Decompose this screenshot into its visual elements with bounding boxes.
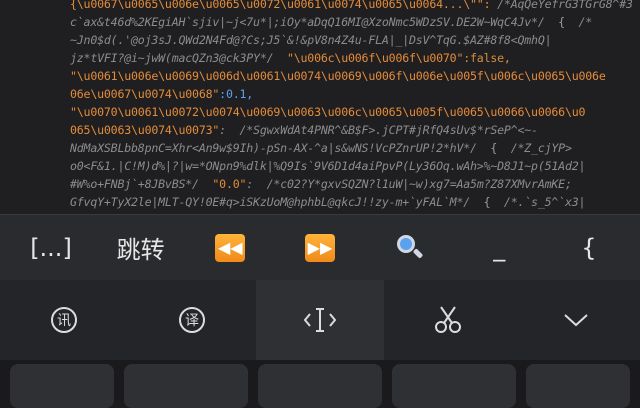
code-token: jz*tVFI?@i~jwW(macQZn3@ck3PY*/: [70, 51, 274, 65]
code-line: ~Jn0$d(.'@oj3sJ.QWd2N4Fd@?Cs;J5`&!&pV8n4…: [70, 30, 632, 50]
cut-button[interactable]: [384, 280, 512, 360]
code-line: #W%o+FNBj`+8JBvBS*/ "0.0": /*c02?Y*gxvSQ…: [70, 174, 632, 194]
voice-input-icon: 讯: [51, 307, 77, 333]
code-token: GfvqY+TyX2le|MLT-QY!0E#q>iSKzUoM@hphbL@q…: [70, 195, 471, 209]
keyboard-key[interactable]: [392, 364, 516, 408]
chevron-down-icon: [564, 314, 588, 327]
code-token: {: [470, 195, 491, 209]
code-token: "\u0070\u0061\u0072\u0074\u0069\u0063\u0…: [70, 105, 586, 119]
search-icon: [395, 233, 425, 263]
code-token: /*AqQeYefrG3TGrG8^#3BC\u005dw^u8KTz\u002…: [497, 0, 632, 11]
code-token: 06e\u0067\u0074\u0068": [70, 87, 220, 101]
keyboard-key[interactable]: [526, 364, 630, 408]
ellipsis-button[interactable]: [...]: [20, 220, 82, 276]
cursor-mode-button[interactable]: [256, 280, 384, 360]
code-editor[interactable]: {\u0067\u0065\u006e\u0065\u0072\u0061\u0…: [0, 0, 640, 214]
code-token: 065\u0063\u0074\u0073": [70, 123, 220, 137]
code-token: : /*SgwxWdAt4PNR^&B$F>.jCPT#jRfQ4sUv$*rS…: [219, 123, 538, 137]
code-token: :0.1,: [219, 87, 254, 101]
code-line: "\u0070\u0061\u0072\u0074\u0069\u0063\u0…: [70, 102, 632, 122]
underscore-button[interactable]: _: [468, 220, 530, 276]
forward-button[interactable]: ▶▶: [289, 220, 351, 276]
search-button[interactable]: [379, 220, 441, 276]
keyboard-key[interactable]: [124, 364, 248, 408]
code-line: 065\u0063\u0074\u0073": /*SgwxWdAt4PNR^&…: [70, 120, 632, 140]
code-token: NdMaXSBLbb8pnC=Xhr<An9w$9Ih)-pSn-AX-^a|s…: [70, 141, 477, 155]
code-token: /*: [564, 15, 593, 29]
translate-icon: 译: [179, 307, 205, 333]
voice-button[interactable]: 讯: [0, 280, 128, 360]
code-token: "0.0": [198, 177, 247, 191]
code-line: jz*tVFI?@i~jwW(macQZn3@ck3PY*/ "\u006c\u…: [70, 48, 632, 68]
code-token: /*Z_cjYP>: [497, 141, 572, 155]
keyboard-key[interactable]: [258, 364, 382, 408]
code-line: o0<F&1.|C!M)d%|?|w=*ONpn9%dlk|%Q9Is`9V6D…: [70, 156, 632, 176]
code-token: {: [544, 15, 565, 29]
keyboard-keys: [0, 360, 640, 408]
rewind-button[interactable]: ◀◀: [199, 220, 261, 276]
translate-button[interactable]: 译: [128, 280, 256, 360]
collapse-keyboard-button[interactable]: [512, 280, 640, 360]
code-line: c`ax&t46d%2KEgiAH`sjiv|~j<7u*|;iOy*aDqQ1…: [70, 12, 632, 32]
code-token: "\u006c\u006f\u006f\u0070": [273, 51, 464, 65]
editor-toolbar: [...] 跳转 ◀◀ ▶▶ _ {: [0, 214, 640, 280]
jump-button[interactable]: 跳转: [110, 220, 172, 276]
code-token: "\u0061\u006e\u0069\u006d\u0061\u0074\u0…: [70, 69, 606, 83]
code-line: GfvqY+TyX2le|MLT-QY!0E#q>iSKzUoM@hphbL@q…: [70, 192, 632, 212]
code-token: c`ax&t46d%2KEgiAH`sjiv|~j<7u*|;iOy*aDqQ1…: [70, 15, 545, 29]
code-token: #W%o+FNBj`+8JBvBS*/: [70, 177, 199, 191]
code-line: NdMaXSBLbb8pnC=Xhr<An9w$9Ih)-pSn-AX-^a|s…: [70, 138, 632, 158]
code-token: ~Jn0$d(.'@oj3sJ.QWd2N4Fd@?Cs;J5`&!&pV8n4…: [70, 33, 552, 47]
code-line: 06e\u0067\u0074\u0068":0.1,: [70, 84, 632, 104]
scissors-icon: [435, 306, 461, 333]
code-token: /*.`s_5^`x3|: [490, 195, 586, 209]
code-token: :false,: [463, 51, 511, 65]
code-token: : /*c02?Y*gxvSQZN?l1uW|~w)xg7=Aa5m?Z87XM…: [246, 177, 572, 191]
keyboard-toolbar: 讯 译: [0, 280, 640, 360]
fast-forward-icon: ▶▶: [304, 233, 335, 262]
rewind-icon: ◀◀: [215, 233, 246, 262]
brace-button[interactable]: {: [558, 220, 620, 276]
code-token: o0<F&1.|C!M)d%|?|w=*ONpn9%dlk|%Q9Is`9V6D…: [70, 159, 586, 173]
code-token: {\u0067\u0065\u006e\u0065\u0072\u0061\u0…: [70, 0, 491, 11]
code-line: "\u0061\u006e\u0069\u006d\u0061\u0074\u0…: [70, 66, 632, 86]
code-token: {: [476, 141, 498, 155]
keyboard-key[interactable]: [10, 364, 114, 408]
text-cursor-icon: [303, 308, 337, 332]
